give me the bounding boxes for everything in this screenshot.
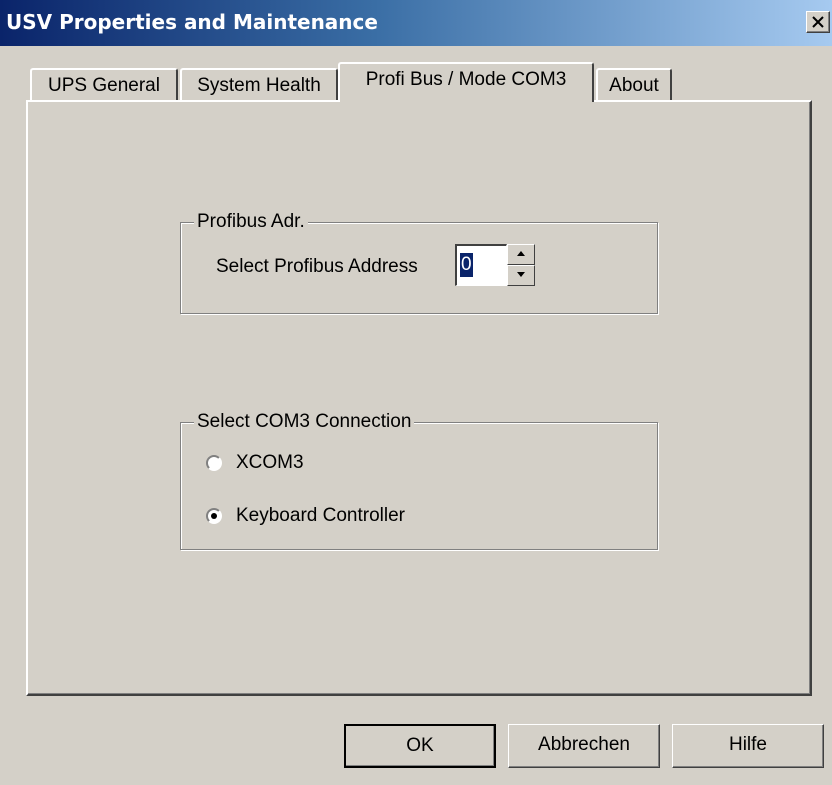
tab-label: UPS General <box>48 75 160 96</box>
tab-label: About <box>609 75 659 96</box>
close-button[interactable] <box>806 11 830 33</box>
tab-system-health[interactable]: System Health <box>180 68 338 102</box>
tab-label: System Health <box>197 75 321 96</box>
spin-up-button[interactable] <box>507 244 535 265</box>
radio-xcom3-label[interactable]: XCOM3 <box>236 452 304 474</box>
radio-xcom3[interactable] <box>206 455 222 471</box>
tab-about[interactable]: About <box>596 68 672 102</box>
tab-panel <box>26 100 812 696</box>
profibus-address-value: 0 <box>460 253 473 277</box>
tab-ups-general[interactable]: UPS General <box>30 68 178 102</box>
com3-group-title: Select COM3 Connection <box>194 411 415 433</box>
profibus-address-label: Select Profibus Address <box>216 256 418 277</box>
ok-button[interactable]: OK <box>344 724 496 768</box>
help-button[interactable]: Hilfe <box>672 724 824 768</box>
tab-label: Profi Bus / Mode COM3 <box>365 69 567 90</box>
radio-keyboard-controller[interactable] <box>206 508 222 524</box>
arrow-down-icon <box>517 272 525 277</box>
profibus-group-title: Profibus Adr. <box>194 211 308 233</box>
com3-group <box>180 422 658 550</box>
ok-button-label: OK <box>406 735 434 756</box>
cancel-button[interactable]: Abbrechen <box>508 724 660 768</box>
profibus-address-input[interactable]: 0 <box>455 244 507 286</box>
spin-down-button[interactable] <box>507 265 535 286</box>
cancel-button-label: Abbrechen <box>538 734 630 755</box>
properties-dialog: USV Properties and Maintenance UPS Gener… <box>0 0 832 785</box>
radio-selected-dot <box>211 513 217 519</box>
help-button-label: Hilfe <box>728 734 767 755</box>
arrow-up-icon <box>517 251 525 256</box>
close-icon <box>812 16 824 28</box>
title-bar[interactable]: USV Properties and Maintenance <box>0 0 832 46</box>
radio-keyboard-controller-label[interactable]: Keyboard Controller <box>236 505 405 527</box>
tab-profibus-com3[interactable]: Profi Bus / Mode COM3 <box>338 62 594 102</box>
window-title: USV Properties and Maintenance <box>6 10 378 34</box>
